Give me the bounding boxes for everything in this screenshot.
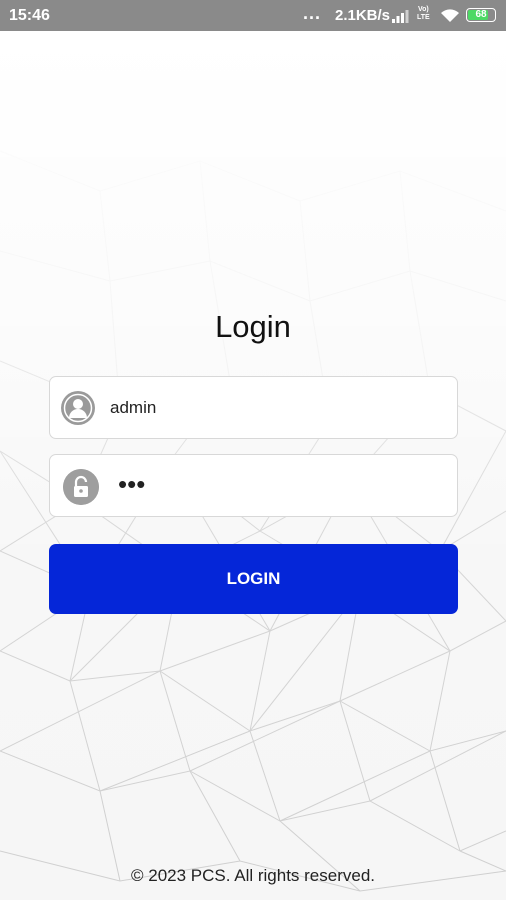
password-field[interactable]: ••• (49, 454, 458, 517)
username-input[interactable]: admin (110, 398, 156, 418)
login-button[interactable]: LOGIN (49, 544, 458, 614)
lte-indicator: Vo) LTE (417, 6, 430, 21)
username-field[interactable]: admin (49, 376, 458, 439)
network-speed: 2.1KB/s (335, 7, 391, 24)
copyright-footer: © 2023 PCS. All rights reserved. (130, 866, 376, 885)
status-time: 15:46 (9, 7, 50, 24)
lock-icon (63, 469, 99, 505)
status-bar: 15:46 ... 2.1KB/s Vo) LTE 68 (0, 0, 506, 31)
page-title: Login (215, 309, 291, 344)
notification-dots: ... (303, 3, 322, 23)
signal-icon (392, 9, 412, 28)
battery-level: 68 (475, 9, 487, 20)
wifi-icon (440, 8, 460, 28)
battery-icon: 68 (466, 8, 496, 22)
user-icon (61, 391, 95, 425)
password-input[interactable]: ••• (118, 469, 145, 500)
